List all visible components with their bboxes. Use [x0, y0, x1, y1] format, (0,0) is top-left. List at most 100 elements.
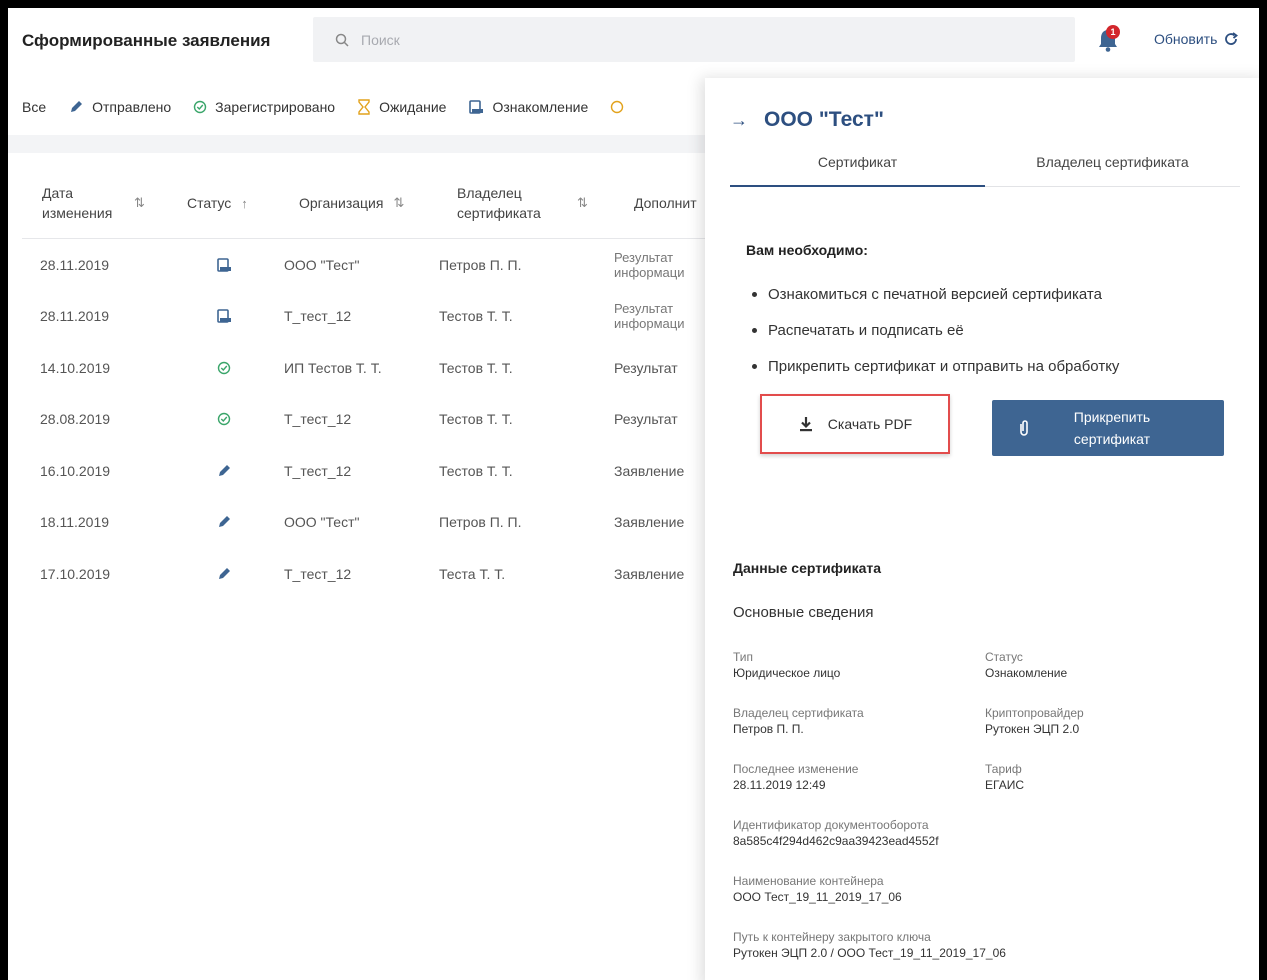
field-label: Тип — [733, 650, 754, 664]
cell-owner: Теста Т. Т. — [439, 565, 506, 582]
cell-additional: Результат — [614, 411, 678, 428]
cell-additional: Заявление — [614, 462, 685, 479]
active-tab-indicator — [730, 185, 985, 187]
filter-all[interactable]: Все — [22, 99, 46, 115]
clock-icon — [611, 100, 624, 114]
todo-item: Ознакомиться с печатной версией сертифик… — [752, 286, 1102, 303]
column-label: Дата изменения — [42, 185, 113, 221]
cell-date: 18.11.2019 — [40, 514, 110, 531]
field-value: ООО Тест_19_11_2019_17_06 — [733, 890, 902, 904]
cell-organization: Т_тест_12 — [284, 462, 352, 479]
page-title: Сформированные заявления — [22, 31, 271, 50]
field-label: Идентификатор документооборота — [733, 818, 929, 832]
column-additional[interactable]: Дополнит — [634, 195, 697, 211]
cell-organization: ООО "Тест" — [284, 514, 360, 531]
cell-owner: Петров П. П. — [439, 256, 522, 273]
todo-text: Ознакомиться с печатной версией сертифик… — [768, 286, 1102, 303]
filter-label: Все — [22, 99, 47, 115]
field-value: Юридическое лицо — [733, 666, 841, 680]
cell-additional: Результат информаци — [614, 301, 685, 332]
sort-icon: ⇅ — [134, 195, 145, 210]
field-value: 8a585c4f294d462c9aa39423ead4552f — [733, 834, 939, 848]
attach-certificate-button[interactable]: Прикрепить сертификат — [992, 400, 1224, 456]
cell-additional: Заявление — [614, 514, 685, 531]
panel-tabs: Сертификат Владелец сертификата — [730, 142, 1240, 187]
top-bar: Сформированные заявления 1 Обновить — [8, 8, 1259, 72]
search-box[interactable] — [313, 17, 1075, 62]
field-label: Криптопровайдер — [985, 706, 1084, 720]
pencil-icon — [219, 567, 230, 579]
cell-organization: Т_тест_12 — [284, 565, 352, 582]
filter-registered[interactable]: Зарегистрировано — [193, 99, 335, 115]
tab-certificate-owner[interactable]: Владелец сертификата — [985, 154, 1240, 170]
table-row[interactable]: 28.11.2019 ООО "Тест" Петров П. П. Резул… — [22, 239, 708, 291]
cell-date: 14.10.2019 — [40, 359, 111, 376]
todo-item: Прикрепить сертификат и отправить на обр… — [752, 358, 1119, 375]
cell-organization: ООО "Тест" — [284, 256, 360, 273]
column-date[interactable]: Дата изменения ⇅ — [42, 183, 145, 223]
filter-review[interactable]: Ознакомление — [468, 99, 588, 115]
download-icon — [799, 417, 812, 432]
column-label: Статус — [187, 195, 232, 211]
filter-label: Зарегистрировано — [215, 99, 336, 115]
field-label: Владелец сертификата — [733, 706, 864, 720]
separator-band — [8, 135, 708, 153]
notification-badge: 1 — [1106, 25, 1120, 39]
attach-label-line2: сертификат — [1073, 431, 1151, 447]
cell-additional: Результат информаци — [614, 249, 685, 280]
todo-item: Распечатать и подписать её — [752, 322, 964, 339]
column-organization[interactable]: Организация ⇅ — [299, 195, 404, 211]
cell-organization: ИП Тестов Т. Т. — [284, 359, 382, 376]
column-label: Организация — [299, 195, 384, 211]
cell-organization: Т_тест_12 — [284, 411, 352, 428]
refresh-button[interactable]: Обновить — [1154, 31, 1239, 47]
field-label: Путь к контейнеру закрытого ключа — [733, 930, 931, 944]
check-circle-icon — [217, 361, 231, 374]
table-row[interactable]: 17.10.2019 Т_тест_12 Теста Т. Т. Заявлен… — [22, 548, 708, 600]
cell-date: 28.11.2019 — [40, 308, 110, 325]
field-key-path: Путь к контейнеру закрытого ключа Рутокен… — [733, 929, 1006, 961]
column-label: Владелец сертификата — [457, 185, 541, 221]
paperclip-icon — [1020, 420, 1028, 436]
filter-label: Ожидание — [379, 99, 447, 115]
table-row[interactable]: 14.10.2019 ИП Тестов Т. Т. Тестов Т. Т. … — [22, 342, 708, 394]
field-crypto-provider: Криптопровайдер Рутокен ЭЦП 2.0 — [985, 705, 1084, 737]
sort-icon: ⇅ — [577, 195, 588, 210]
field-status: Статус Ознакомление — [985, 649, 1067, 681]
table-row[interactable]: 18.11.2019 ООО "Тест" Петров П. П. Заявл… — [22, 497, 708, 549]
field-value: ЕГАИС — [985, 778, 1024, 792]
close-panel-arrow-icon[interactable]: → — [730, 110, 748, 131]
field-tariff: Тариф ЕГАИС — [985, 761, 1024, 793]
table-header: Дата изменения ⇅ Статус ↑ Организация ⇅ … — [22, 153, 708, 239]
bullet — [752, 364, 757, 369]
attach-label: Прикрепить сертификат — [1030, 406, 1224, 450]
download-pdf-button[interactable]: Скачать PDF — [760, 394, 950, 454]
bullet — [752, 328, 757, 333]
filter-sent[interactable]: Отправлено — [68, 99, 171, 115]
cell-date: 16.10.2019 — [40, 462, 111, 479]
tab-certificate[interactable]: Сертификат — [730, 154, 985, 170]
column-owner[interactable]: Владелец сертификата ⇅ — [457, 183, 588, 223]
check-circle-icon — [217, 413, 231, 426]
check-circle-icon — [193, 100, 207, 114]
panel-title: ООО "Тест" — [764, 108, 884, 131]
search-input[interactable] — [361, 31, 961, 48]
table-row[interactable]: 16.10.2019 Т_тест_12 Тестов Т. Т. Заявле… — [22, 445, 708, 497]
todo-title: Вам необходимо: — [746, 242, 868, 258]
todo-text: Прикрепить сертификат и отправить на обр… — [768, 358, 1120, 375]
filter-more[interactable] — [610, 100, 632, 114]
column-label: Дополнит — [634, 195, 697, 211]
table-row[interactable]: 28.08.2019 Т_тест_12 Тестов Т. Т. Резуль… — [22, 394, 708, 446]
field-label: Статус — [985, 650, 1023, 664]
table-row[interactable]: 28.11.2019 Т_тест_12 Тестов Т. Т. Резуль… — [22, 291, 708, 343]
column-status[interactable]: Статус ↑ — [187, 195, 248, 211]
refresh-label: Обновить — [1154, 31, 1218, 47]
document-icon — [217, 257, 231, 272]
attach-label-line1: Прикрепить — [1073, 409, 1151, 425]
cell-owner: Тестов Т. Т. — [439, 411, 513, 428]
hourglass-icon — [358, 99, 370, 115]
filter-label: Отправлено — [92, 99, 172, 115]
filter-waiting[interactable]: Ожидание — [357, 99, 446, 115]
cell-date: 17.10.2019 — [40, 565, 111, 582]
main-info-heading: Основные сведения — [733, 604, 874, 621]
